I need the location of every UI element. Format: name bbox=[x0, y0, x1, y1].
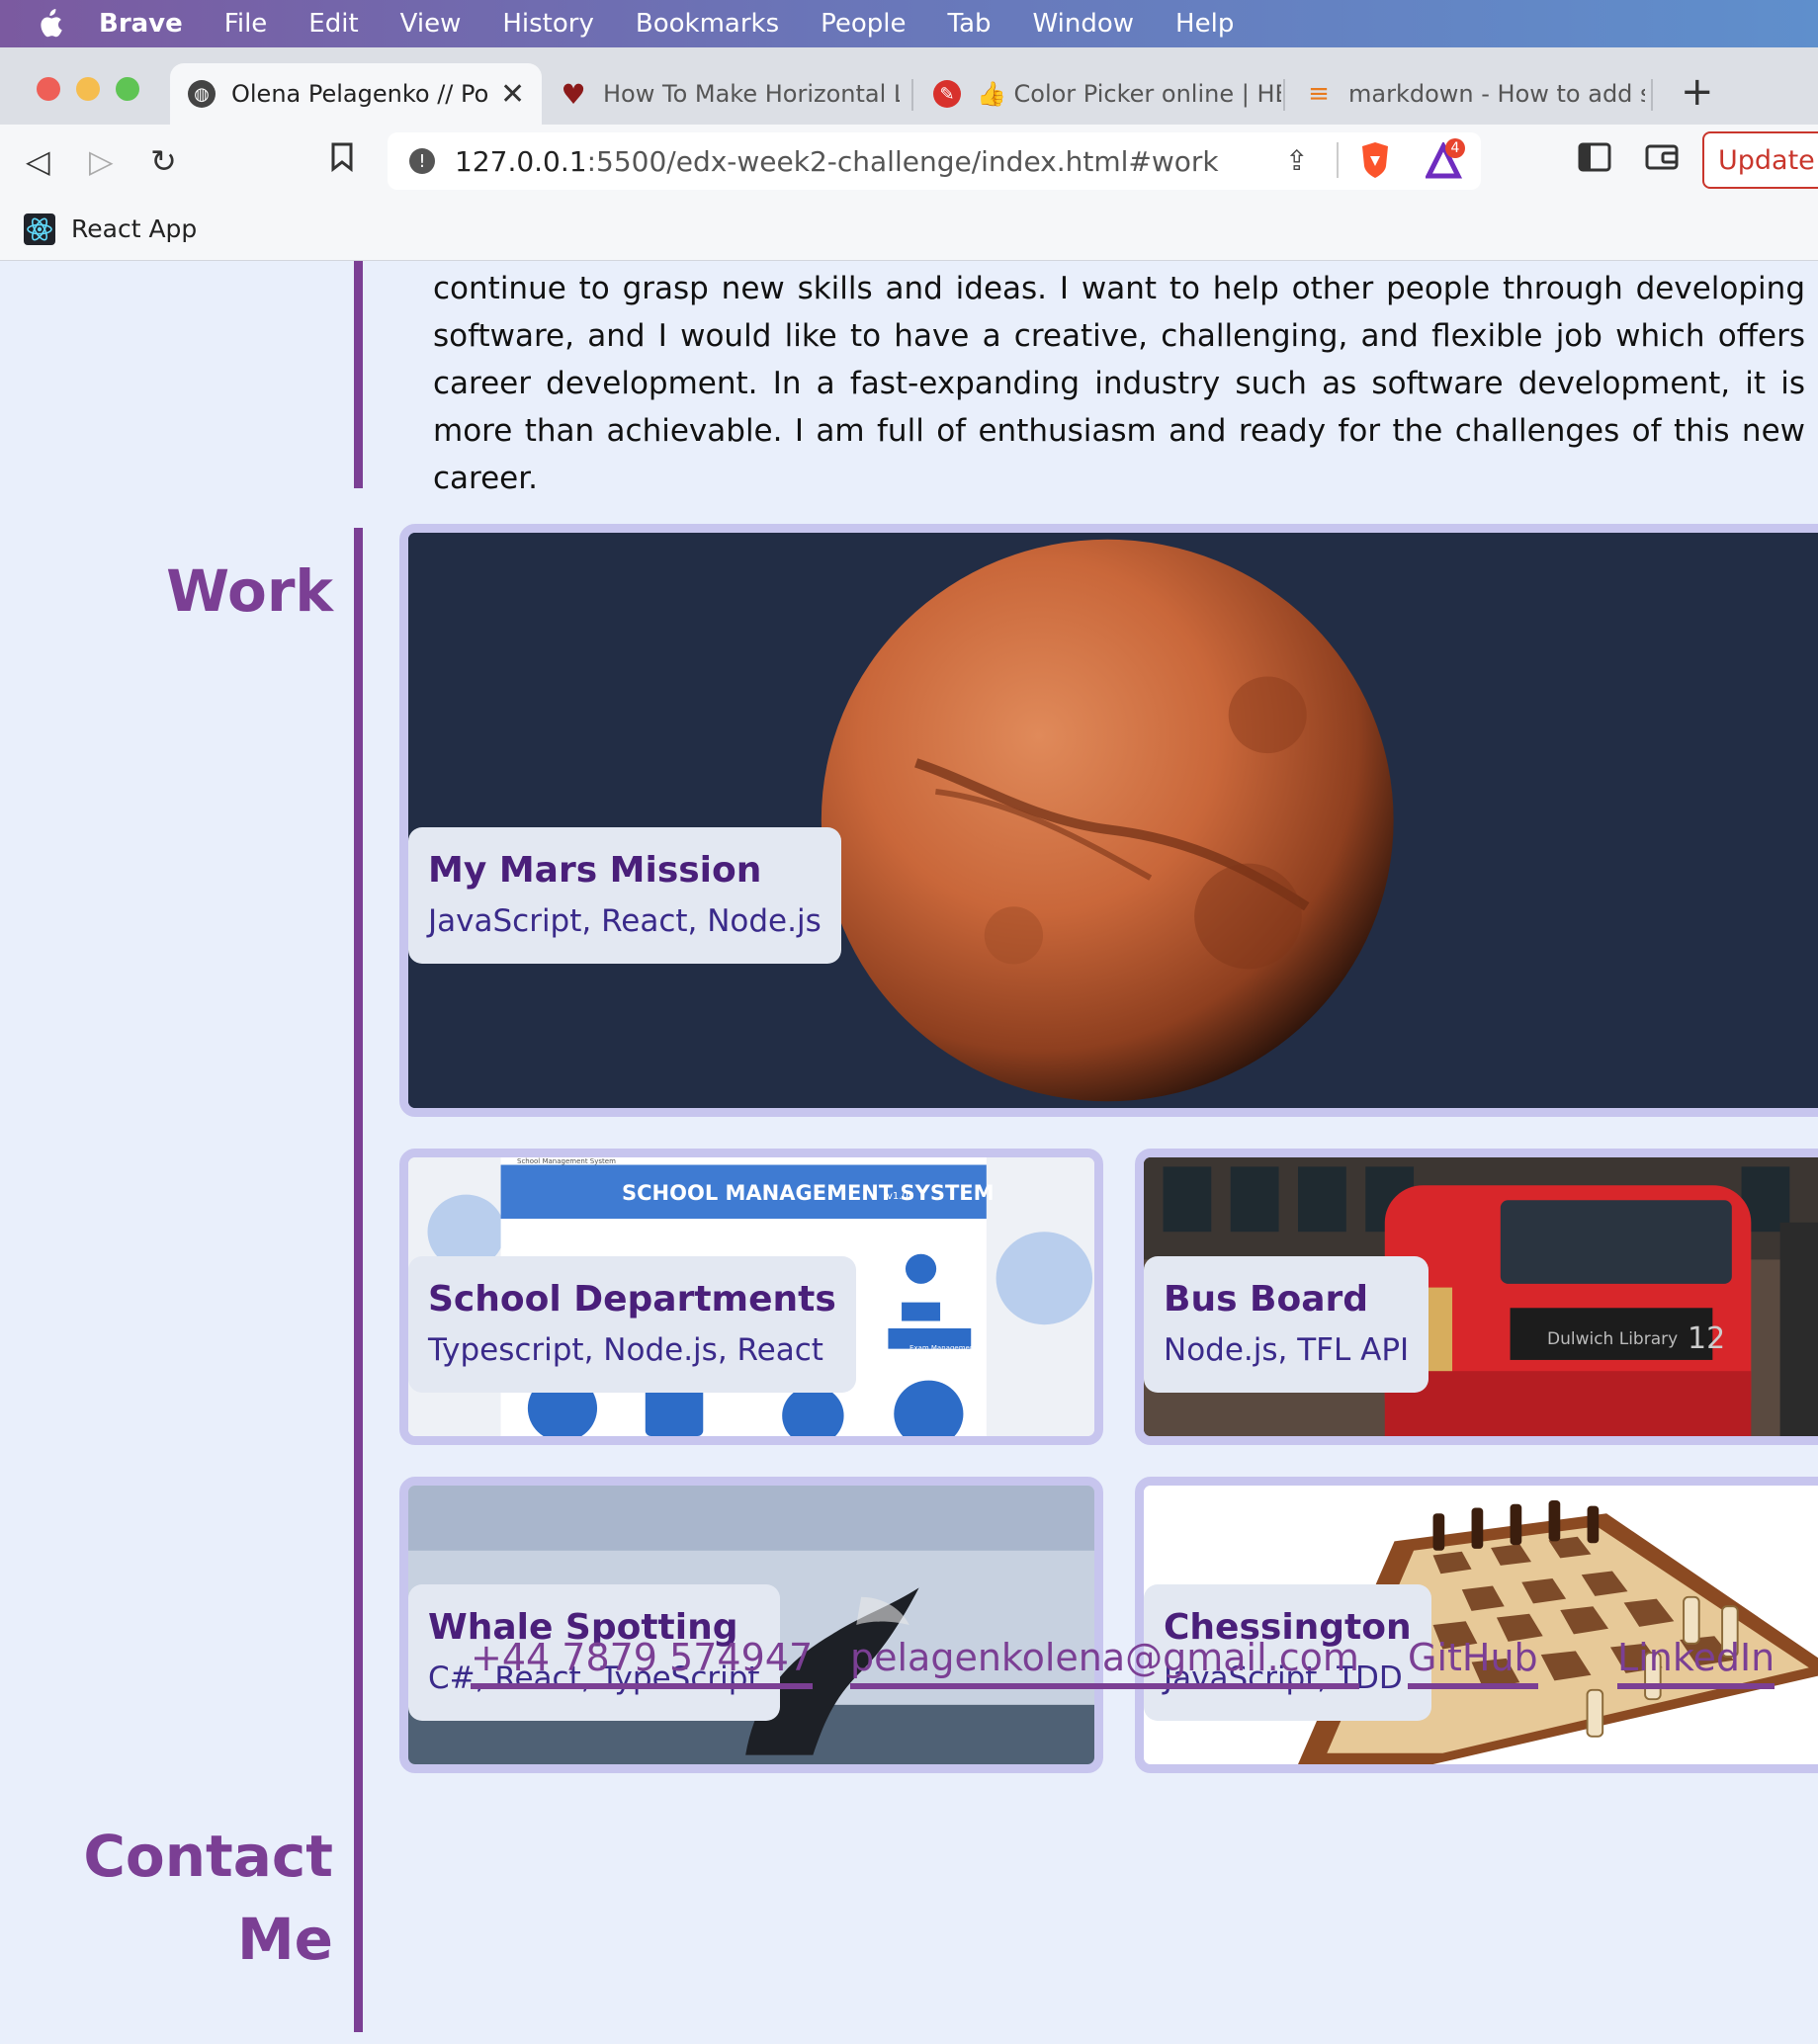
wallet-icon[interactable] bbox=[1645, 142, 1679, 180]
brave-rewards-icon[interactable]: 4 bbox=[1424, 138, 1465, 182]
zoom-window-button[interactable] bbox=[116, 77, 139, 101]
tab-label: How To Make Horizontal Li bbox=[603, 80, 900, 108]
school-app-version: v1.0 bbox=[887, 1191, 909, 1202]
project-card-school[interactable]: School Management System SCHOOL MANAGEME… bbox=[399, 1149, 1103, 1445]
sidebar-icon[interactable] bbox=[1578, 142, 1611, 180]
bus-route-number: 12 bbox=[1688, 1321, 1726, 1356]
tab-label: Olena Pelagenko // Por bbox=[231, 80, 490, 108]
new-tab-button[interactable]: + bbox=[1681, 69, 1714, 115]
tab-divider bbox=[1283, 79, 1285, 111]
url-host: 127.0.0.1 bbox=[455, 144, 587, 178]
contact-phone-link[interactable]: +44 7879 574947 bbox=[471, 1636, 814, 1689]
work-divider-line bbox=[354, 528, 363, 2032]
color-picker-icon: ✎ bbox=[933, 80, 961, 108]
rewards-badge: 4 bbox=[1445, 138, 1465, 158]
menu-tab[interactable]: Tab bbox=[948, 9, 992, 39]
tab-label: 👍 Color Picker online | HE bbox=[977, 80, 1281, 108]
menu-file[interactable]: File bbox=[224, 9, 268, 39]
browser-toolbar: ◁ ▷ ↻ ! 127.0.0.1:5500/edx-week2-challen… bbox=[0, 125, 1818, 198]
heart-icon: ♥ bbox=[561, 77, 586, 111]
menu-people[interactable]: People bbox=[821, 9, 906, 39]
menubar-app-name[interactable]: Brave bbox=[99, 9, 183, 39]
forward-icon[interactable]: ▷ bbox=[89, 142, 114, 180]
project-tech: Typescript, Node.js, React bbox=[428, 1332, 823, 1368]
reload-icon[interactable]: ↻ bbox=[150, 142, 177, 180]
menu-bookmarks[interactable]: Bookmarks bbox=[636, 9, 779, 39]
contact-heading-line2: Me bbox=[236, 1906, 333, 1973]
menu-history[interactable]: History bbox=[502, 9, 594, 39]
project-caption: Bus Board Node.js, TFL API bbox=[1144, 1256, 1429, 1393]
update-button[interactable]: Update bbox=[1702, 131, 1818, 189]
about-paragraph: continue to grasp new skills and ideas. … bbox=[433, 271, 1805, 496]
minimize-window-button[interactable] bbox=[76, 77, 100, 101]
school-app-exam-label: Exam Management bbox=[909, 1344, 977, 1352]
project-title: My Mars Mission bbox=[428, 850, 762, 891]
bookmark-react-app[interactable]: React App bbox=[71, 214, 197, 243]
menu-window[interactable]: Window bbox=[1033, 9, 1135, 39]
globe-icon: ◍ bbox=[188, 80, 216, 108]
close-window-button[interactable] bbox=[37, 77, 60, 101]
project-title: Bus Board bbox=[1164, 1279, 1369, 1320]
tab-color-picker[interactable]: ✎ 👍 Color Picker online | HE bbox=[915, 63, 1281, 125]
contact-heading-line1: Contact bbox=[83, 1823, 333, 1890]
url-path: :5500/edx-week2-challenge/index.html#wor… bbox=[586, 144, 1219, 178]
project-card-bus[interactable]: Dulwich Library 12 Bus Board Node.js, TF… bbox=[1135, 1149, 1818, 1445]
work-heading: Work bbox=[166, 557, 333, 625]
tab-divider bbox=[1651, 79, 1653, 111]
page-content: continue to grasp new skills and ideas. … bbox=[0, 261, 1818, 2044]
apple-icon[interactable] bbox=[0, 8, 99, 40]
address-bar[interactable]: ! 127.0.0.1:5500/edx-week2-challenge/ind… bbox=[388, 132, 1481, 190]
mars-image bbox=[408, 533, 1818, 1108]
school-app-title: SCHOOL MANAGEMENT SYSTEM bbox=[622, 1181, 995, 1205]
contact-heading: Contact Me bbox=[83, 1815, 333, 1981]
contact-divider-line bbox=[354, 1809, 363, 2026]
school-app-window-title: School Management System bbox=[517, 1157, 616, 1165]
project-title: School Departments bbox=[428, 1279, 836, 1320]
tab-markdown[interactable]: ≡ markdown - How to add sc bbox=[1287, 63, 1653, 125]
menu-edit[interactable]: Edit bbox=[308, 9, 358, 39]
url-divider bbox=[1337, 142, 1339, 178]
tab-horizontal-lines[interactable]: ♥ How To Make Horizontal Li bbox=[542, 63, 908, 125]
tab-strip: ◍ Olena Pelagenko // Por ✕ ♥ How To Make… bbox=[0, 47, 1818, 125]
menu-view[interactable]: View bbox=[400, 9, 462, 39]
project-tech: Node.js, TFL API bbox=[1164, 1332, 1410, 1368]
brave-shields-icon[interactable] bbox=[1358, 140, 1394, 180]
project-card-chess[interactable]: Chessington JavaScript, TDD bbox=[1135, 1477, 1818, 1773]
bookmark-icon[interactable] bbox=[330, 142, 354, 180]
back-icon[interactable]: ◁ bbox=[26, 142, 50, 180]
contact-github-link[interactable]: GitHub bbox=[1408, 1636, 1538, 1689]
macos-menubar: Brave File Edit View History Bookmarks P… bbox=[0, 0, 1818, 47]
contact-email-link[interactable]: pelagenkolena@gmail.com bbox=[850, 1636, 1359, 1689]
bus-destination-sign: Dulwich Library bbox=[1547, 1329, 1679, 1349]
stackoverflow-icon: ≡ bbox=[1308, 79, 1330, 109]
menu-help[interactable]: Help bbox=[1175, 9, 1234, 39]
info-icon[interactable]: ! bbox=[409, 148, 435, 174]
project-caption: My Mars Mission JavaScript, React, Node.… bbox=[408, 827, 841, 964]
project-card-whale[interactable]: Whale Spotting C#, React, TypeScript bbox=[399, 1477, 1103, 1773]
about-divider-line bbox=[354, 261, 363, 488]
close-tab-icon[interactable]: ✕ bbox=[500, 77, 525, 112]
react-icon bbox=[24, 213, 55, 245]
tab-portfolio[interactable]: ◍ Olena Pelagenko // Por ✕ bbox=[170, 63, 542, 125]
project-card-mars[interactable]: My Mars Mission JavaScript, React, Node.… bbox=[399, 524, 1818, 1117]
tab-label: markdown - How to add sc bbox=[1348, 80, 1645, 108]
bookmarks-bar: React App bbox=[0, 198, 1818, 261]
contact-linkedin-link[interactable]: LinkedIn bbox=[1617, 1636, 1775, 1689]
project-caption: School Departments Typescript, Node.js, … bbox=[408, 1256, 856, 1393]
project-tech: JavaScript, React, Node.js bbox=[428, 903, 822, 939]
tab-divider bbox=[911, 79, 913, 111]
share-icon[interactable]: ⇪ bbox=[1285, 144, 1308, 177]
